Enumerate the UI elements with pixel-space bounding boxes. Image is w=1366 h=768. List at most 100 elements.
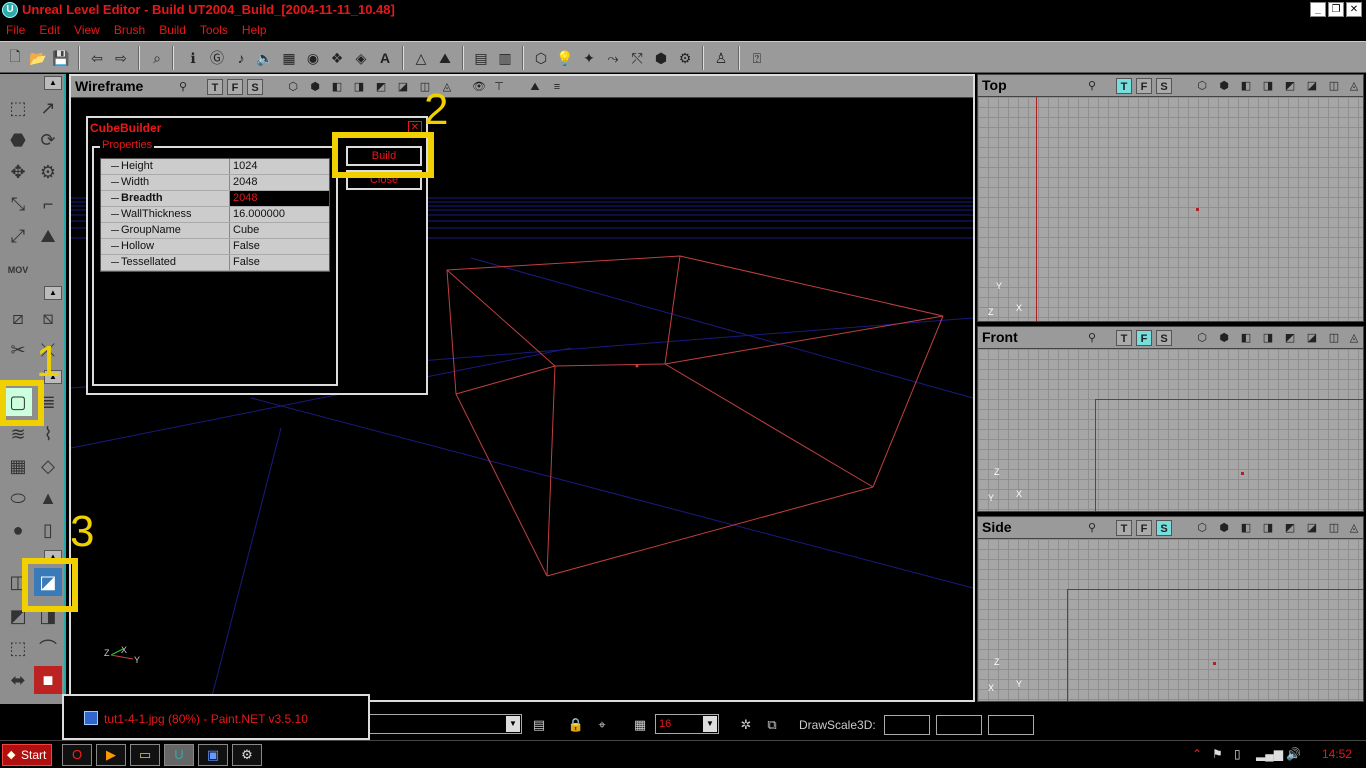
matinee-icon[interactable]: ▥	[494, 47, 516, 69]
view-side-button[interactable]: S	[1156, 78, 1172, 94]
poly-mode-icon[interactable]: ◪	[1304, 78, 1320, 94]
menu-view[interactable]: View	[74, 21, 100, 40]
media-player-icon[interactable]: ▶	[96, 744, 126, 766]
cone-builder-icon[interactable]: ▲	[34, 484, 62, 512]
lock-selection-icon[interactable]: 🔒	[567, 716, 585, 734]
property-row-tessellated[interactable]: Tessellated False	[101, 255, 329, 271]
start-button[interactable]: Start	[2, 744, 52, 766]
viewport-menu-icon[interactable]: ≡	[549, 79, 565, 95]
property-value[interactable]: False	[229, 255, 329, 270]
property-value[interactable]: 16.000000	[229, 207, 329, 222]
side-viewport[interactable]: Side ⚲ T F S ⬡ ⬢ ◧ ◨ ◩ ◪ ◫ ◬ Z X Y	[977, 516, 1364, 702]
lock-viewport-icon[interactable]: ⚲	[175, 79, 191, 95]
search-actor-icon[interactable]: ⌕	[146, 47, 168, 69]
drawscale-y-input[interactable]	[936, 715, 982, 735]
poly-mode-icon[interactable]: ◪	[395, 79, 411, 95]
triangle-tool-icon[interactable]: △	[410, 47, 432, 69]
property-value[interactable]: 1024	[229, 159, 329, 174]
matinee-paths-icon[interactable]: ⛰	[34, 222, 62, 250]
build-all-icon[interactable]: ⬢	[650, 47, 672, 69]
property-row-groupname[interactable]: GroupName Cube	[101, 223, 329, 239]
new-file-icon[interactable]: 🗋	[4, 47, 26, 69]
view-top-button[interactable]: T	[1116, 520, 1132, 536]
actor-filter-icon[interactable]: ⊤	[491, 79, 507, 95]
rotate-icon[interactable]: ⟳	[34, 126, 62, 154]
unlit-mode-icon[interactable]: ◬	[1346, 520, 1362, 536]
restore-button[interactable]: ❐	[1328, 2, 1344, 17]
context-help-icon[interactable]: ⍰	[746, 47, 768, 69]
menu-file[interactable]: File	[6, 21, 25, 40]
grid-toggle-icon[interactable]: ▦	[631, 716, 649, 734]
property-row-height[interactable]: Height 1024	[101, 159, 329, 175]
log-window-icon[interactable]: ▤	[530, 716, 548, 734]
texture-mode-icon[interactable]: ◧	[329, 79, 345, 95]
volume-icon[interactable]: 🔊	[1286, 747, 1301, 761]
property-value[interactable]: False	[229, 239, 329, 254]
poly-mode-icon[interactable]: ◪	[1304, 520, 1320, 536]
steam-icon[interactable]: ⚙	[232, 744, 262, 766]
view-top-button[interactable]: T	[207, 79, 223, 95]
clip-segment-icon[interactable]: ⧄	[4, 304, 32, 332]
poly-mode-icon[interactable]: ◪	[1304, 330, 1320, 346]
network-signal-icon[interactable]: ▂▄▆	[1256, 747, 1283, 761]
lock-viewport-icon[interactable]: ⚲	[1084, 78, 1100, 94]
zone-mode-icon[interactable]: ⬢	[1216, 78, 1232, 94]
depth-complexity-icon[interactable]: ◫	[1326, 520, 1342, 536]
animation-browser-icon[interactable]: ❖	[326, 47, 348, 69]
cylinder-builder-icon[interactable]: ⬭	[4, 484, 32, 512]
wireframe-mode-icon[interactable]: ⬡	[1194, 330, 1210, 346]
texture-mode-icon[interactable]: ◧	[1238, 78, 1254, 94]
stretch-icon[interactable]: ⤢	[4, 222, 32, 250]
maximize-viewport-icon[interactable]: ⧉	[763, 716, 781, 734]
sheet-builder-icon[interactable]: ◇	[34, 452, 62, 480]
drawscale-x-input[interactable]	[884, 715, 930, 735]
clock[interactable]: 14:52	[1322, 747, 1352, 761]
realtime-preview-icon[interactable]: ⛰	[527, 79, 543, 95]
view-side-button[interactable]: S	[1156, 520, 1172, 536]
dynamic-light-icon[interactable]: ◨	[1260, 330, 1276, 346]
view-front-button[interactable]: F	[1136, 78, 1152, 94]
depth-complexity-icon[interactable]: ◫	[1326, 78, 1342, 94]
build-geometry-icon[interactable]: ⬡	[530, 47, 552, 69]
opera-icon[interactable]: O	[62, 744, 92, 766]
dynamic-light-icon[interactable]: ◨	[1260, 520, 1276, 536]
add-volume-icon[interactable]: ⬌	[4, 666, 32, 694]
terrain-tool-icon[interactable]: ⛰	[434, 47, 456, 69]
open-file-icon[interactable]: 📂	[27, 47, 49, 69]
texture-browser-icon[interactable]: ▦	[278, 47, 300, 69]
view-front-button[interactable]: F	[227, 79, 243, 95]
face-drag-icon[interactable]: ⌐	[34, 190, 62, 218]
lock-viewport-icon[interactable]: ⚲	[1084, 520, 1100, 536]
wireframe-mode-icon[interactable]: ⬡	[1194, 520, 1210, 536]
sound-browser-icon[interactable]: 🔈	[254, 47, 276, 69]
build-lighting-icon[interactable]: 💡	[554, 47, 576, 69]
build-lighting-changed-icon[interactable]: ✦	[578, 47, 600, 69]
group-browser-icon[interactable]: Ⓖ	[206, 47, 228, 69]
move-icon[interactable]: ✥	[4, 158, 32, 186]
view-side-button[interactable]: S	[1156, 330, 1172, 346]
save-icon[interactable]: 💾	[50, 47, 72, 69]
unlit-mode-icon[interactable]: ◬	[1346, 330, 1362, 346]
wireframe-mode-icon[interactable]: ⬡	[1194, 78, 1210, 94]
menu-help[interactable]: Help	[242, 21, 267, 40]
show-flags-icon[interactable]: 👁	[471, 79, 487, 95]
view-front-button[interactable]: F	[1136, 330, 1152, 346]
property-row-breadth[interactable]: Breadth 2048	[101, 191, 329, 207]
redo-icon[interactable]: ⇨	[110, 47, 132, 69]
depth-complexity-icon[interactable]: ◫	[1326, 330, 1342, 346]
scale-icon[interactable]: ⤡	[4, 190, 32, 218]
undo-icon[interactable]: ⇦	[86, 47, 108, 69]
chevron-down-icon[interactable]: ▼	[703, 716, 717, 732]
taskbar-preview-tooltip[interactable]: tut1-4-1.jpg (80%) - Paint.NET v3.5.10	[62, 694, 370, 740]
font-browser-icon[interactable]: A	[374, 47, 396, 69]
view-side-button[interactable]: S	[247, 79, 263, 95]
split-brush-icon[interactable]: ✂	[4, 336, 32, 364]
unreal-editor-task-icon[interactable]: U	[164, 744, 194, 766]
volumetric-builder-icon[interactable]: ▯	[34, 516, 62, 544]
add-antiportal-icon[interactable]: ■	[34, 666, 62, 694]
property-row-hollow[interactable]: Hollow False	[101, 239, 329, 255]
view-top-button[interactable]: T	[1116, 330, 1132, 346]
explorer-icon[interactable]: ▭	[130, 744, 160, 766]
property-row-wallthickness[interactable]: WallThickness 16.000000	[101, 207, 329, 223]
camera-move-icon[interactable]: ⬚	[4, 94, 32, 122]
